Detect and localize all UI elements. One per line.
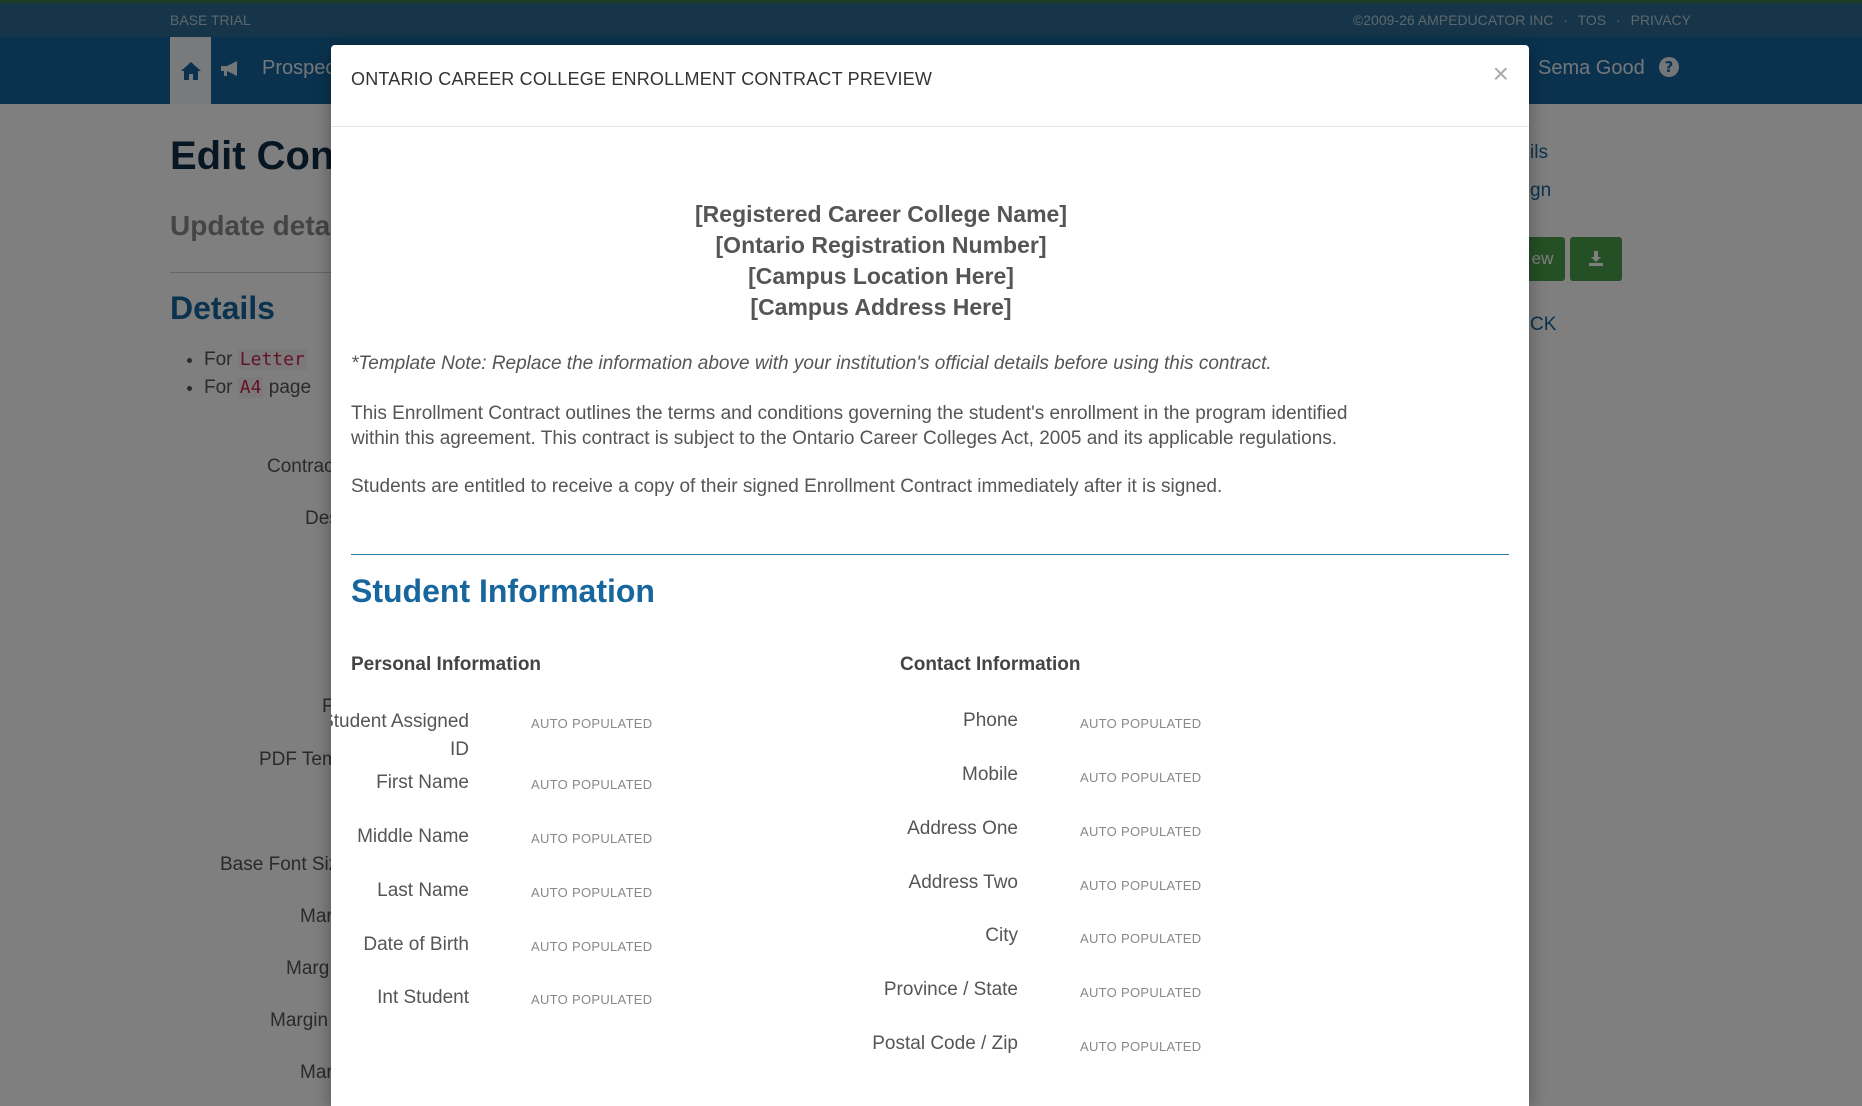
modal-title: ONTARIO CAREER COLLEGE ENROLLMENT CONTRA… xyxy=(351,69,933,89)
close-icon[interactable]: × xyxy=(1493,60,1509,88)
label-text: Student Assigned ID xyxy=(331,711,469,760)
contract-preview-modal: ONTARIO CAREER COLLEGE ENROLLMENT CONTRA… xyxy=(331,45,1529,1106)
label-mobile: Mobile xyxy=(962,764,1018,785)
template-note: *Template Note: Replace the information … xyxy=(351,353,1272,374)
label-last-name: Last Name xyxy=(377,880,469,901)
student-info-grid: Personal Information Contact Information… xyxy=(331,610,1509,1090)
label-date-of-birth: Date of Birth xyxy=(363,934,469,955)
value-phone: AUTO POPULATED xyxy=(1080,716,1202,731)
campus-location: [Campus Location Here] xyxy=(748,263,1014,289)
label-city: City xyxy=(985,925,1018,946)
modal-header: ONTARIO CAREER COLLEGE ENROLLMENT CONTRA… xyxy=(331,45,1529,127)
student-information-heading: Student Information xyxy=(351,573,655,609)
value-date-of-birth: AUTO POPULATED xyxy=(531,939,653,954)
personal-information-heading: Personal Information xyxy=(351,654,542,675)
value-mobile: AUTO POPULATED xyxy=(1080,770,1202,785)
value-student-assigned-id: AUTO POPULATED xyxy=(531,716,653,731)
copy-entitlement-paragraph: Students are entitled to receive a copy … xyxy=(351,476,1223,497)
college-name: [Registered Career College Name] xyxy=(695,201,1067,227)
value-address-two: AUTO POPULATED xyxy=(1080,878,1202,893)
value-last-name: AUTO POPULATED xyxy=(531,885,653,900)
value-postal-code: AUTO POPULATED xyxy=(1080,1039,1202,1054)
label-middle-name: Middle Name xyxy=(357,826,469,847)
campus-address: [Campus Address Here] xyxy=(750,294,1012,320)
value-middle-name: AUTO POPULATED xyxy=(531,831,653,846)
value-city: AUTO POPULATED xyxy=(1080,931,1202,946)
contact-information-heading: Contact Information xyxy=(900,654,1081,675)
label-province-state: Province / State xyxy=(883,979,1018,1000)
label-postal-code: Postal Code / Zip xyxy=(872,1033,1018,1054)
contract-intro-paragraph: This Enrollment Contract outlines the te… xyxy=(351,403,1348,449)
value-int-student: AUTO POPULATED xyxy=(531,992,653,1007)
label-first-name: First Name xyxy=(376,772,469,793)
value-first-name: AUTO POPULATED xyxy=(531,777,653,792)
registration-number: [Ontario Registration Number] xyxy=(715,232,1047,258)
label-phone: Phone xyxy=(963,710,1018,731)
label-address-one: Address One xyxy=(907,818,1018,839)
label-address-two: Address Two xyxy=(908,872,1018,893)
label-student-assigned-id: Student Assigned ID xyxy=(331,708,469,764)
value-address-one: AUTO POPULATED xyxy=(1080,824,1202,839)
modal-body: [Registered Career College Name] [Ontari… xyxy=(331,199,1529,1090)
college-header: [Registered Career College Name] [Ontari… xyxy=(351,199,1411,323)
label-int-student: Int Student xyxy=(377,987,469,1008)
section-divider xyxy=(351,554,1509,555)
value-province-state: AUTO POPULATED xyxy=(1080,985,1202,1000)
